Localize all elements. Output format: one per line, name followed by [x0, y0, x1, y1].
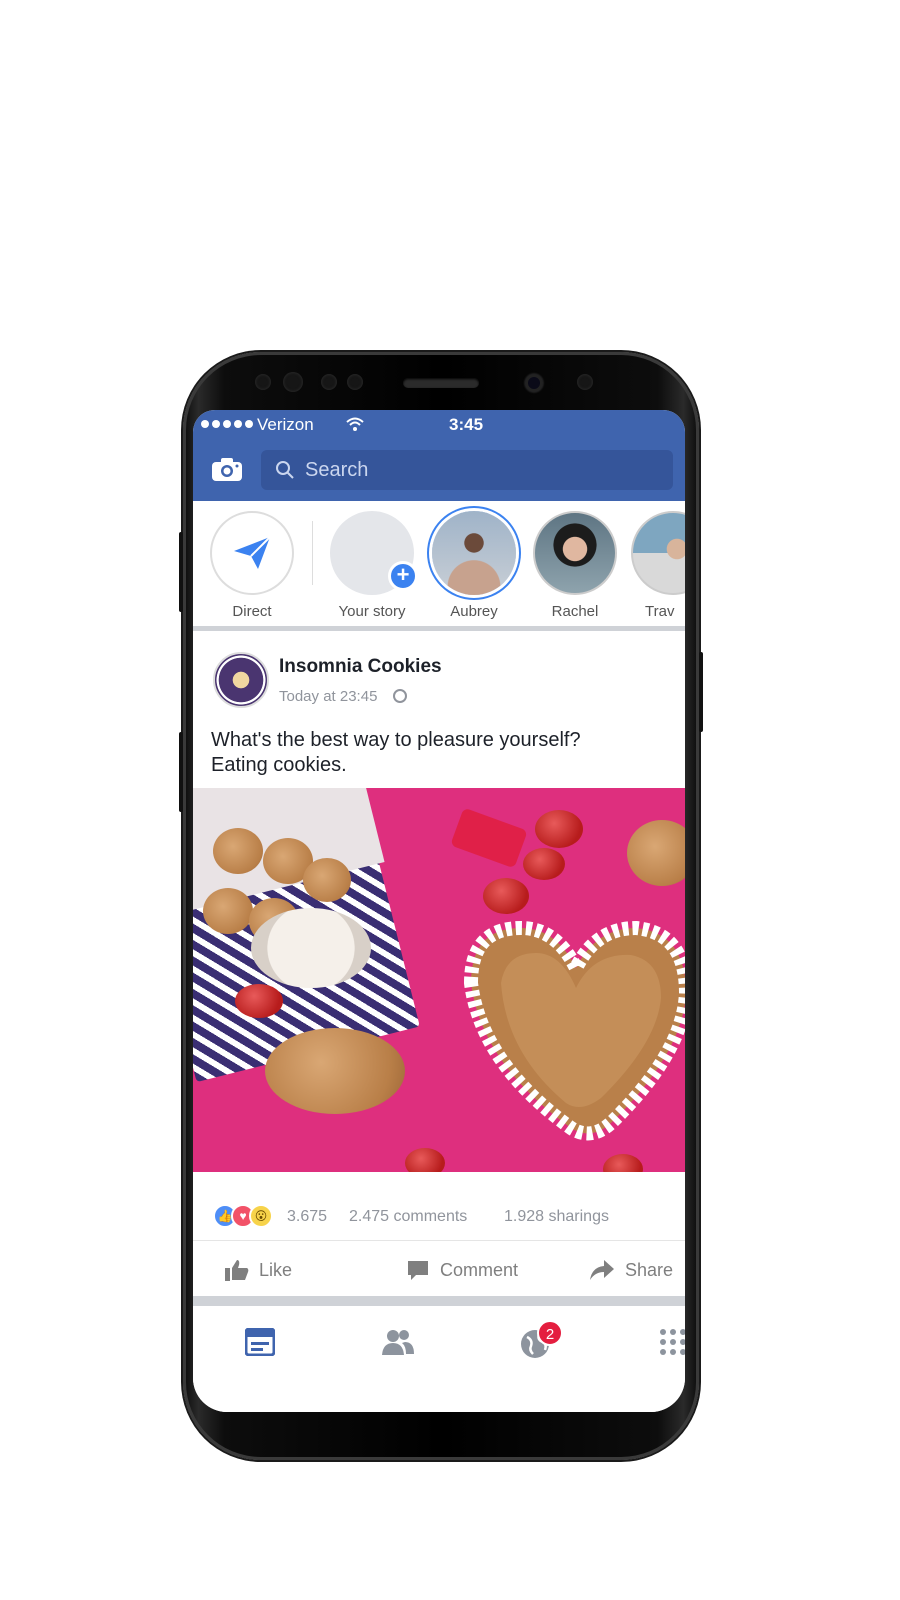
add-story-icon[interactable]: + — [388, 561, 418, 591]
strawberry — [523, 848, 565, 880]
tab-friends[interactable] — [381, 1328, 415, 1361]
story-label: Trav — [645, 603, 675, 620]
strawberry — [535, 810, 583, 848]
your-story-circle: + — [330, 511, 418, 595]
strawberry — [603, 1154, 643, 1172]
heart-cookie — [463, 920, 685, 1141]
post-stats: 👍 ♥ 😮 3.675 2.475 comments 1.928 sharing… — [193, 1202, 685, 1242]
wifi-icon — [345, 416, 365, 437]
tab-notifications[interactable]: 2 — [519, 1320, 563, 1365]
news-feed-icon — [244, 1327, 276, 1357]
post-text: What's the best way to pleasure yourself… — [211, 728, 671, 778]
story-travis[interactable]: Trav — [631, 511, 685, 620]
camera-icon[interactable] — [211, 458, 243, 482]
sensor — [255, 374, 271, 390]
sensor — [347, 374, 363, 390]
top-bezel — [183, 352, 699, 412]
avatar — [533, 511, 617, 595]
avatar — [432, 511, 516, 595]
avatar — [631, 511, 685, 595]
power-button — [699, 652, 703, 732]
cookie — [213, 828, 263, 874]
strawberry — [235, 984, 283, 1018]
cookie — [265, 1028, 405, 1114]
friends-icon — [382, 1330, 414, 1355]
share-count[interactable]: 1.928 sharings — [504, 1208, 609, 1226]
stories-tray: Direct + Your story Aubrey Rachel Trav — [193, 501, 685, 631]
phone-screen: Verizon 3:45 Search Direct + Your story — [193, 410, 685, 1412]
bottom-tab-bar: 2 — [193, 1306, 685, 1412]
story-aubrey[interactable]: Aubrey — [429, 511, 519, 620]
signal-icon — [201, 420, 253, 428]
like-label: Like — [259, 1259, 293, 1280]
page-avatar[interactable] — [213, 652, 269, 708]
search-icon — [276, 461, 294, 479]
earpiece-speaker — [403, 378, 479, 388]
wow-reaction-icon: 😮 — [249, 1204, 273, 1228]
strawberry — [405, 1148, 445, 1172]
tab-menu[interactable] — [659, 1328, 685, 1361]
post-actions: Like Comment Share — [193, 1240, 685, 1296]
menu-grid-icon — [660, 1329, 685, 1355]
reaction-icons[interactable]: 👍 ♥ 😮 — [213, 1204, 273, 1228]
reaction-count[interactable]: 3.675 — [287, 1208, 327, 1226]
post-text-line: What's the best way to pleasure yourself… — [211, 729, 581, 751]
comment-label: Comment — [440, 1259, 519, 1280]
thumbs-up-icon — [225, 1260, 249, 1281]
story-rachel[interactable]: Rachel — [530, 511, 620, 620]
paper-plane-icon — [234, 536, 271, 569]
share-label: Share — [625, 1259, 674, 1280]
comment-icon — [408, 1261, 428, 1280]
share-button[interactable]: Share — [589, 1259, 673, 1281]
status-time: 3:45 — [449, 415, 484, 434]
cookie — [203, 888, 253, 934]
story-label: Direct — [232, 603, 272, 620]
globe-icon — [393, 689, 407, 703]
share-arrow-icon — [590, 1260, 614, 1280]
stories-divider — [312, 521, 313, 585]
status-bar: Verizon 3:45 — [193, 414, 685, 438]
front-camera — [525, 374, 543, 392]
direct-circle — [210, 511, 294, 595]
tab-news-feed[interactable] — [244, 1327, 276, 1361]
notification-badge: 2 — [537, 1320, 563, 1346]
sensor — [283, 372, 303, 392]
story-direct[interactable]: Direct — [207, 511, 297, 620]
post-author[interactable]: Insomnia Cookies — [279, 656, 442, 678]
carrier-name: Verizon — [257, 415, 314, 434]
story-your-story[interactable]: + Your story — [327, 511, 418, 620]
cookie — [303, 858, 351, 902]
story-label: Your story — [338, 603, 406, 620]
feed-separator — [193, 1296, 685, 1306]
strawberry — [483, 878, 529, 914]
comment-count[interactable]: 2.475 comments — [349, 1208, 467, 1226]
post-timestamp[interactable]: Today at 23:45 — [279, 688, 377, 705]
post-text-line: Eating cookies. — [211, 754, 347, 776]
story-label: Aubrey — [450, 603, 498, 620]
red-cup — [450, 807, 528, 869]
post-photo[interactable] — [193, 788, 685, 1172]
sensor — [321, 374, 337, 390]
sprinkle-plate — [251, 908, 371, 988]
sensor — [577, 374, 593, 390]
search-input[interactable]: Search — [261, 450, 673, 490]
bixby-button — [179, 732, 183, 812]
volume-button — [179, 532, 183, 612]
story-label: Rachel — [551, 603, 599, 620]
cookie — [627, 820, 685, 886]
app-header: Verizon 3:45 Search — [193, 410, 685, 501]
like-button[interactable]: Like — [225, 1259, 292, 1281]
search-placeholder: Search — [305, 458, 369, 481]
comment-button[interactable]: Comment — [406, 1259, 518, 1281]
